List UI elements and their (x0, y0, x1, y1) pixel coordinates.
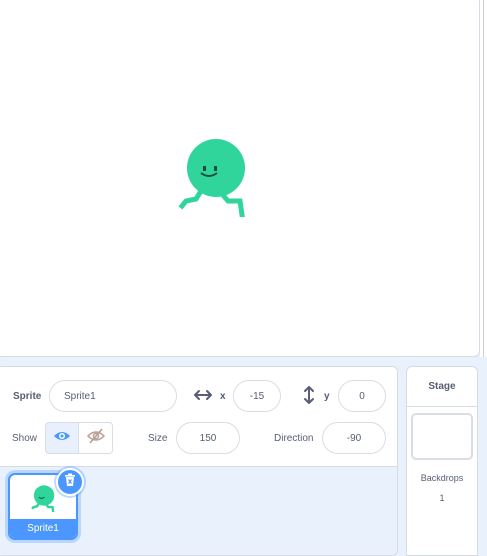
eye-slash-icon (86, 428, 105, 449)
size-input[interactable]: 150 (176, 422, 240, 454)
scrollbar[interactable] (483, 0, 484, 357)
sprite-name-value: Sprite1 (64, 390, 96, 402)
sprite-tile-label: Sprite1 (10, 519, 76, 538)
stage-thumbnail[interactable] (411, 413, 473, 460)
y-position-input[interactable]: 0 (338, 380, 386, 412)
vertical-arrows-icon (302, 385, 316, 410)
sprite-label: Sprite (13, 391, 42, 402)
show-label: Show (12, 433, 38, 444)
eye-icon (53, 429, 71, 447)
hide-sprite-button[interactable] (79, 422, 113, 454)
horizontal-arrows-icon (193, 387, 213, 408)
sprite-name-input[interactable]: Sprite1 (49, 380, 177, 412)
trash-icon (64, 473, 76, 492)
x-label: x (220, 391, 226, 402)
size-value: 150 (199, 432, 217, 444)
backdrops-count: 1 (439, 493, 445, 503)
sprite-info-area: Sprite Sprite1 x -15 y 0 Show Size 150 D… (0, 367, 397, 467)
sprite-info-panel: Sprite Sprite1 x -15 y 0 Show Size 150 D… (0, 366, 398, 556)
y-value: 0 (359, 390, 365, 402)
stage-selector-panel[interactable]: Stage Backdrops 1 (406, 366, 478, 556)
green-ball-sprite-thumbnail (30, 485, 56, 513)
direction-input[interactable]: -90 (322, 422, 386, 454)
green-ball-sprite-icon[interactable] (176, 139, 250, 218)
show-sprite-button[interactable] (45, 422, 79, 454)
direction-value: -90 (346, 432, 362, 444)
x-position-input[interactable]: -15 (233, 380, 281, 412)
delete-sprite-button[interactable] (56, 468, 84, 496)
direction-label: Direction (274, 433, 314, 444)
x-value: -15 (249, 390, 265, 402)
stage-title: Stage (407, 367, 477, 407)
size-label: Size (148, 433, 168, 444)
backdrops-label: Backdrops (420, 473, 464, 483)
y-label: y (324, 391, 330, 402)
